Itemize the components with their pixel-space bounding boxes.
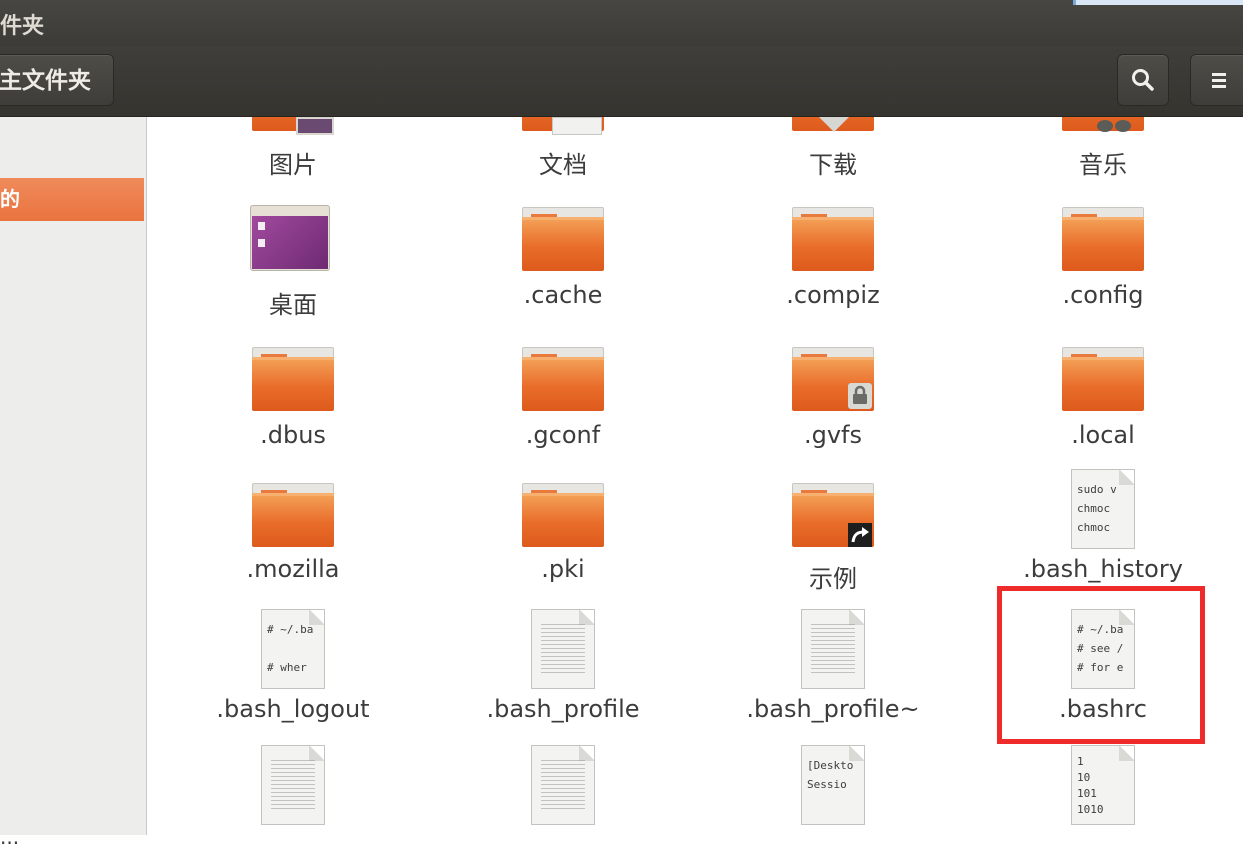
file-preview-text: # ~/.ba # wher — [267, 623, 314, 674]
text-file-icon — [531, 745, 595, 825]
hamburger-menu-icon — [1212, 73, 1226, 88]
file-label: .gconf — [525, 421, 601, 449]
desktop-entry-file-icon: [Deskto Sessio — [801, 745, 865, 825]
text-file-icon: sudo v chmoc chmoc — [1071, 469, 1135, 549]
file-label: .cache — [523, 281, 603, 309]
file-label: .config — [1062, 281, 1144, 309]
file-label: .compiz — [786, 281, 880, 309]
file-preview-text: 1 10 101 1010 — [1077, 755, 1104, 816]
file-label: .bash_history — [1023, 555, 1183, 583]
folder-icon — [1062, 345, 1144, 411]
file-label: .bash_logout — [216, 695, 370, 723]
text-file-icon: # ~/.ba # wher — [261, 609, 325, 689]
window-titlebar: 件夹 — [0, 0, 1243, 46]
folder-icon — [1062, 205, 1144, 271]
text-file-icon — [261, 745, 325, 825]
file-label: .gvfs — [803, 421, 863, 449]
file-label: .dbus — [260, 421, 326, 449]
file-label: 文档 — [539, 151, 587, 179]
file-label: 示例 — [809, 565, 857, 593]
file-label: .local — [1071, 421, 1135, 449]
path-bar-home-button[interactable]: 主文件夹 — [0, 54, 114, 106]
symlink-arrow-icon — [848, 523, 872, 547]
folder-icon — [792, 205, 874, 271]
file-label: 图片 — [269, 151, 317, 179]
file-preview-text: sudo v chmoc chmoc — [1077, 483, 1117, 534]
documents-emblem-icon — [552, 117, 602, 135]
download-emblem-icon — [819, 117, 849, 132]
text-file-icon — [801, 609, 865, 689]
file-label: 音乐 — [1079, 151, 1127, 179]
file-label: .bash_profile — [486, 695, 640, 723]
toolbar: 主文件夹 — [0, 46, 1243, 117]
search-button[interactable] — [1117, 54, 1169, 106]
text-file-icon — [531, 609, 595, 689]
folder-icon — [252, 345, 334, 411]
window-title: 件夹 — [0, 14, 45, 39]
file-label: .pki — [541, 555, 585, 583]
highlight-box — [997, 586, 1205, 744]
search-icon — [1132, 69, 1154, 91]
file-label: .mozilla — [246, 555, 340, 583]
pictures-emblem-icon — [296, 117, 334, 135]
folder-icon — [522, 481, 604, 547]
folder-icon — [252, 481, 334, 547]
file-label: 下载 — [809, 151, 857, 179]
sidebar-item-partial[interactable]: ... — [0, 825, 19, 849]
desktop-folder-icon — [250, 205, 330, 271]
file-preview-text: [Deskto Sessio — [807, 759, 854, 791]
file-label: 桌面 — [269, 291, 317, 319]
menu-button[interactable] — [1190, 54, 1243, 106]
folder-icon — [522, 205, 604, 271]
background-window-edge — [1073, 0, 1243, 5]
places-sidebar: 的 ... — [0, 117, 147, 849]
sidebar-item-selected[interactable]: 的 — [0, 178, 144, 221]
folder-icon — [522, 345, 604, 411]
file-label: .bash_profile~ — [746, 695, 920, 723]
lock-emblem-icon — [848, 383, 872, 409]
music-emblem-icon — [1097, 120, 1131, 132]
binary-file-icon: 1 10 101 1010 — [1071, 745, 1135, 825]
